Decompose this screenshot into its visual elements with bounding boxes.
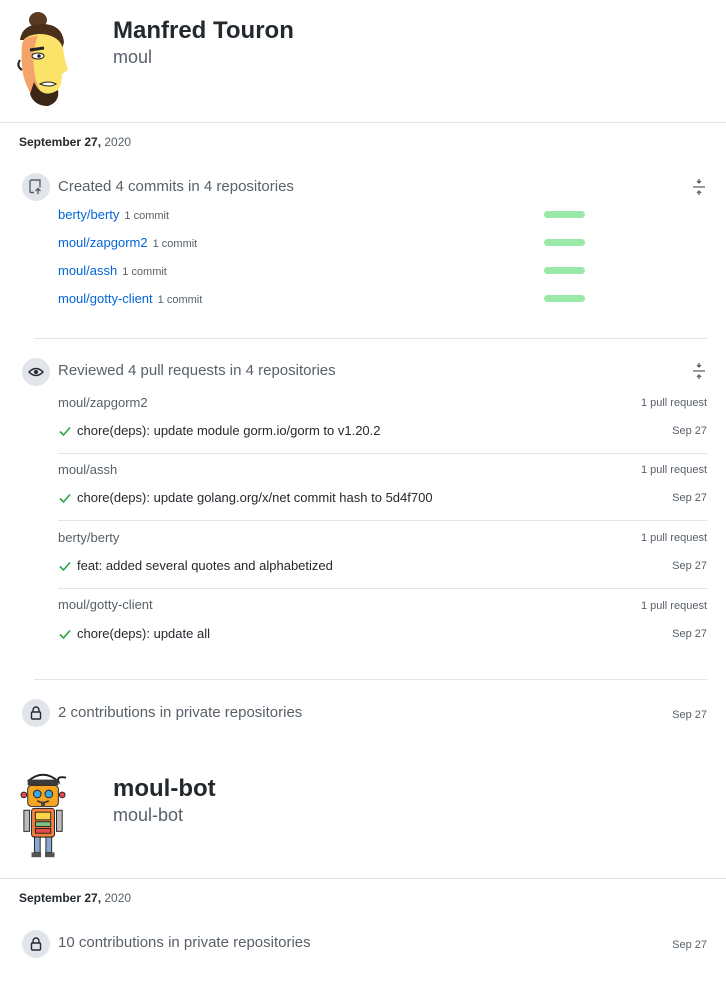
user-profile-header: Manfred Touron moul (0, 0, 726, 122)
check-icon (59, 493, 71, 503)
commit-count: 1 commit (157, 294, 203, 306)
pull-request-date: Sep 27 (672, 492, 707, 504)
private-contributions-date: Sep 27 (672, 709, 707, 721)
review-badge (22, 358, 50, 386)
user-display-name[interactable]: Manfred Touron (113, 17, 294, 45)
private-badge (22, 930, 50, 958)
activity-date-year: 2020 (104, 135, 132, 149)
lock-icon (30, 706, 42, 720)
private-contributions-text: 10 contributions in private repositories (58, 934, 311, 951)
commit-bar (544, 267, 585, 274)
pull-request-count: 1 pull request (640, 464, 707, 476)
divider (58, 453, 707, 454)
check-icon (59, 561, 71, 571)
pull-request-date: Sep 27 (672, 560, 707, 572)
activity-date-year: 2020 (104, 891, 132, 905)
pull-request-title[interactable]: chore(deps): update golang.org/x/net com… (77, 490, 433, 505)
lock-icon (30, 937, 42, 951)
commit-repo-link[interactable]: berty/berty 1 commit (58, 207, 169, 222)
user-login[interactable]: moul-bot (113, 805, 183, 826)
commit-bar (544, 295, 585, 302)
activity-date-month-day: September 27, (19, 135, 105, 149)
pull-request-count: 1 pull request (640, 532, 707, 544)
eye-icon (28, 367, 44, 377)
user-profile-header: moul-bot moul-bot (0, 756, 726, 878)
commit-badge (22, 173, 50, 201)
pull-request-item[interactable]: chore(deps): update all (58, 626, 210, 641)
review-repo-link[interactable]: moul/gotty-client (58, 597, 153, 612)
check-icon (59, 629, 71, 639)
divider (58, 520, 707, 521)
private-contributions-date: Sep 27 (672, 939, 707, 951)
pull-request-item[interactable]: feat: added several quotes and alphabeti… (58, 558, 333, 573)
commit-repo-link[interactable]: moul/assh 1 commit (58, 263, 167, 278)
commit-count: 1 commit (124, 210, 170, 222)
divider (58, 588, 707, 589)
pull-request-item[interactable]: chore(deps): update golang.org/x/net com… (58, 490, 433, 505)
private-badge (22, 699, 50, 727)
check-icon (59, 426, 71, 436)
reviews-summary-title: Reviewed 4 pull requests in 4 repositori… (58, 362, 336, 379)
fold-icon[interactable] (690, 362, 708, 380)
commit-bar (544, 239, 585, 246)
divider (0, 878, 726, 879)
activity-date-month-day: September 27, (19, 891, 105, 905)
pull-request-date: Sep 27 (672, 425, 707, 437)
activity-date: September 27, 2020 (19, 891, 131, 905)
review-repo-link[interactable]: berty/berty (58, 530, 119, 545)
commit-bar (544, 211, 585, 218)
user-avatar[interactable] (14, 770, 74, 862)
pull-request-title[interactable]: feat: added several quotes and alphabeti… (77, 558, 333, 573)
private-contributions-text: 2 contributions in private repositories (58, 704, 303, 721)
commits-summary-title: Created 4 commits in 4 repositories (58, 178, 294, 195)
pull-request-count: 1 pull request (640, 600, 707, 612)
commit-count: 1 commit (152, 238, 198, 250)
review-repo-link[interactable]: moul/zapgorm2 (58, 395, 148, 410)
pull-request-item[interactable]: chore(deps): update module gorm.io/gorm … (58, 423, 381, 438)
user-display-name[interactable]: moul-bot (113, 775, 216, 803)
review-repo-link[interactable]: moul/assh (58, 462, 117, 477)
divider (34, 338, 707, 339)
commit-count: 1 commit (122, 266, 167, 278)
repo-push-icon (29, 179, 41, 194)
fold-icon[interactable] (690, 178, 708, 196)
divider (0, 122, 726, 123)
commit-repo-link[interactable]: moul/zapgorm2 1 commit (58, 235, 197, 250)
user-avatar[interactable] (12, 10, 74, 106)
pull-request-date: Sep 27 (672, 628, 707, 640)
pull-request-title[interactable]: chore(deps): update all (77, 626, 210, 641)
activity-date: September 27, 2020 (19, 135, 131, 149)
pull-request-count: 1 pull request (640, 397, 707, 409)
pull-request-title[interactable]: chore(deps): update module gorm.io/gorm … (77, 423, 381, 438)
user-login[interactable]: moul (113, 47, 152, 68)
commit-repo-link[interactable]: moul/gotty-client 1 commit (58, 291, 202, 306)
divider (34, 679, 707, 680)
